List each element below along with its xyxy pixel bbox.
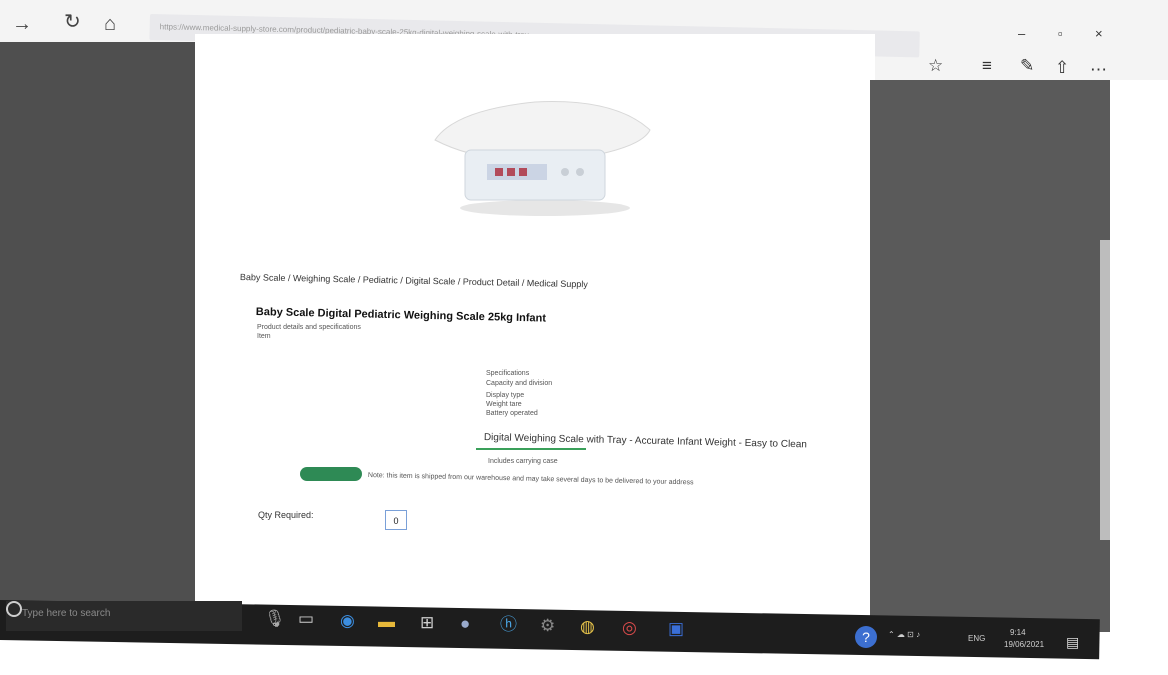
qty-label: Qty Required: [258,510,314,520]
notifications-icon[interactable]: ▤ [1066,634,1079,651]
product-image-baby-scale [434,101,651,216]
spec-line-1: Specifications [486,370,530,377]
word-icon[interactable]: ▣ [668,618,684,640]
right-margin-panel [870,80,1110,632]
share-icon[interactable]: ⇧ [1055,58,1069,78]
minimize-icon[interactable]: – [1018,26,1025,41]
settings-icon[interactable]: ⚙ [540,615,555,637]
close-icon[interactable]: × [1095,26,1103,41]
notes-icon[interactable]: ✎ [1020,56,1034,76]
spec-line-3: Display type [486,392,525,399]
clock-time[interactable]: 9:14 [1010,628,1026,637]
feature-sub: Includes carrying case [488,458,558,465]
search-placeholder: Type here to search [22,608,111,619]
reading-list-icon[interactable]: ≡ [982,56,992,76]
forward-icon[interactable]: → [12,14,32,34]
more-icon[interactable]: ⋯ [1090,60,1107,80]
search-icon[interactable] [6,601,22,617]
left-margin-panel [0,42,212,602]
store-icon[interactable]: ⊞ [420,612,434,634]
quantity-input[interactable]: 0 [385,510,407,530]
mic-icon[interactable]: 🎙 [264,608,286,630]
favorite-star-icon[interactable]: ☆ [928,56,943,76]
status-badge [300,467,362,481]
spec-line-4: Weight tare [486,401,522,408]
spec-line-2: Capacity and division [486,380,553,387]
product-item-label: Item [257,333,271,340]
task-view-icon[interactable]: ▭ [298,608,314,630]
clock-date[interactable]: 19/06/2021 [1004,640,1044,649]
language-indicator[interactable]: ENG [968,634,985,643]
file-explorer-icon[interactable]: ▬ [378,611,395,633]
tray-icons[interactable]: ⌃ ☁ ⊡ ♪ [888,630,920,639]
link-underline [476,448,586,450]
maximize-icon[interactable]: ▫ [1058,26,1063,41]
edge-icon[interactable]: ◉ [340,610,355,632]
refresh-icon[interactable]: ↻ [64,12,81,32]
chrome-icon[interactable]: ◍ [580,616,595,638]
app-icon[interactable]: ● [460,613,470,635]
spec-line-5: Battery operated [486,410,538,417]
home-icon[interactable]: ⌂ [104,14,116,34]
product-subtitle: Product details and specifications [257,324,361,331]
hp-icon[interactable]: ⓗ [500,614,517,636]
help-icon[interactable]: ? [855,626,877,648]
photos-icon[interactable]: ◎ [622,617,637,639]
scrollbar[interactable] [1100,240,1110,540]
